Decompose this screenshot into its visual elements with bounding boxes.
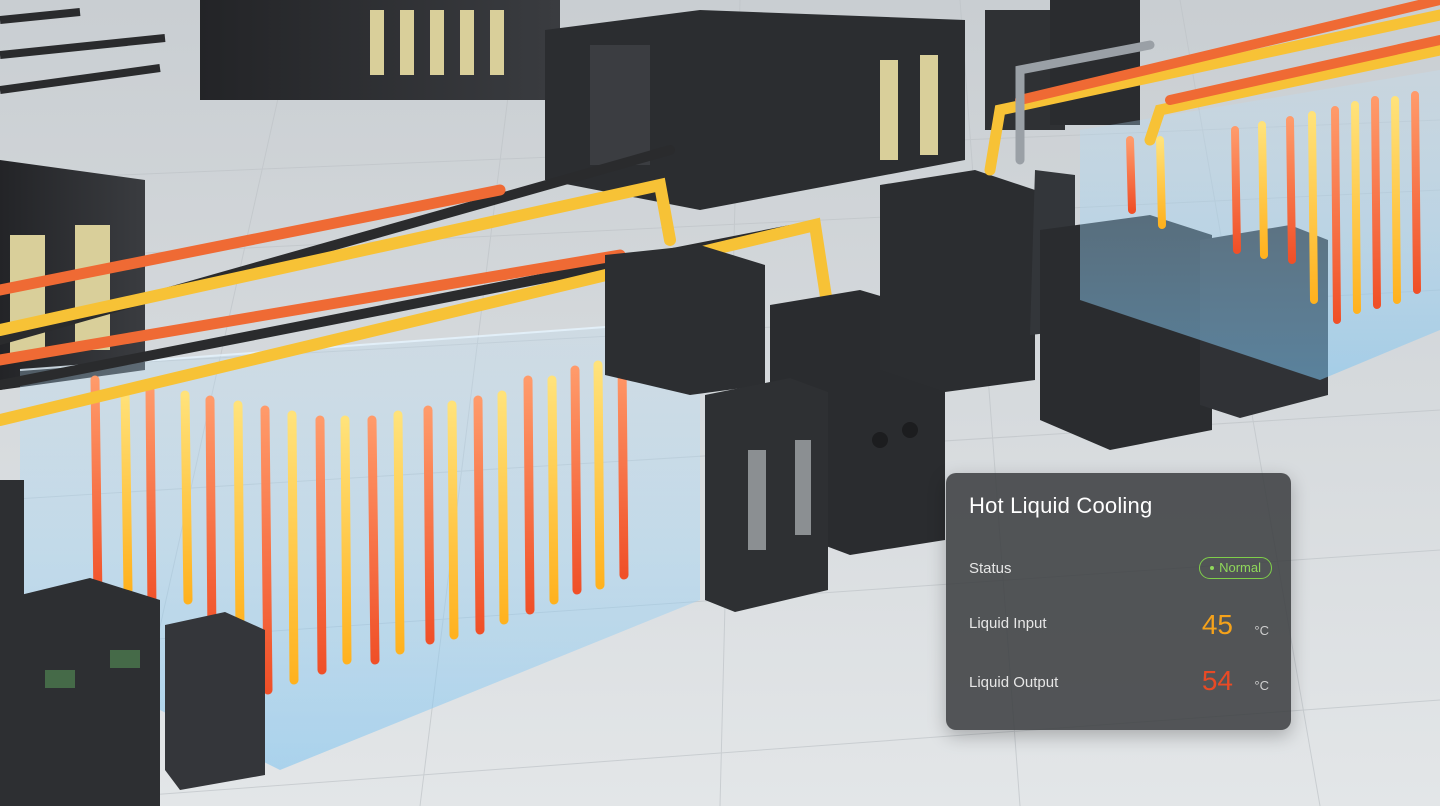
liquid-input-unit: °C: [1254, 623, 1269, 638]
liquid-output-unit: °C: [1254, 678, 1269, 693]
liquid-input-label: Liquid Input: [969, 615, 1047, 632]
status-value: Normal: [1219, 560, 1261, 575]
status-label: Status: [969, 560, 1012, 577]
liquid-output-label: Liquid Output: [969, 674, 1059, 691]
liquid-output-value: 54: [1201, 665, 1233, 696]
panel-title: Hot Liquid Cooling: [969, 493, 1153, 518]
status-badge: Normal: [1199, 557, 1272, 579]
liquid-input-value: 45: [1201, 609, 1233, 640]
hot-liquid-cooling-panel: Hot Liquid Cooling Status Normal Liquid …: [946, 473, 1291, 730]
cdu-unit-small: [705, 378, 828, 612]
status-dot-icon: [1210, 566, 1215, 570]
